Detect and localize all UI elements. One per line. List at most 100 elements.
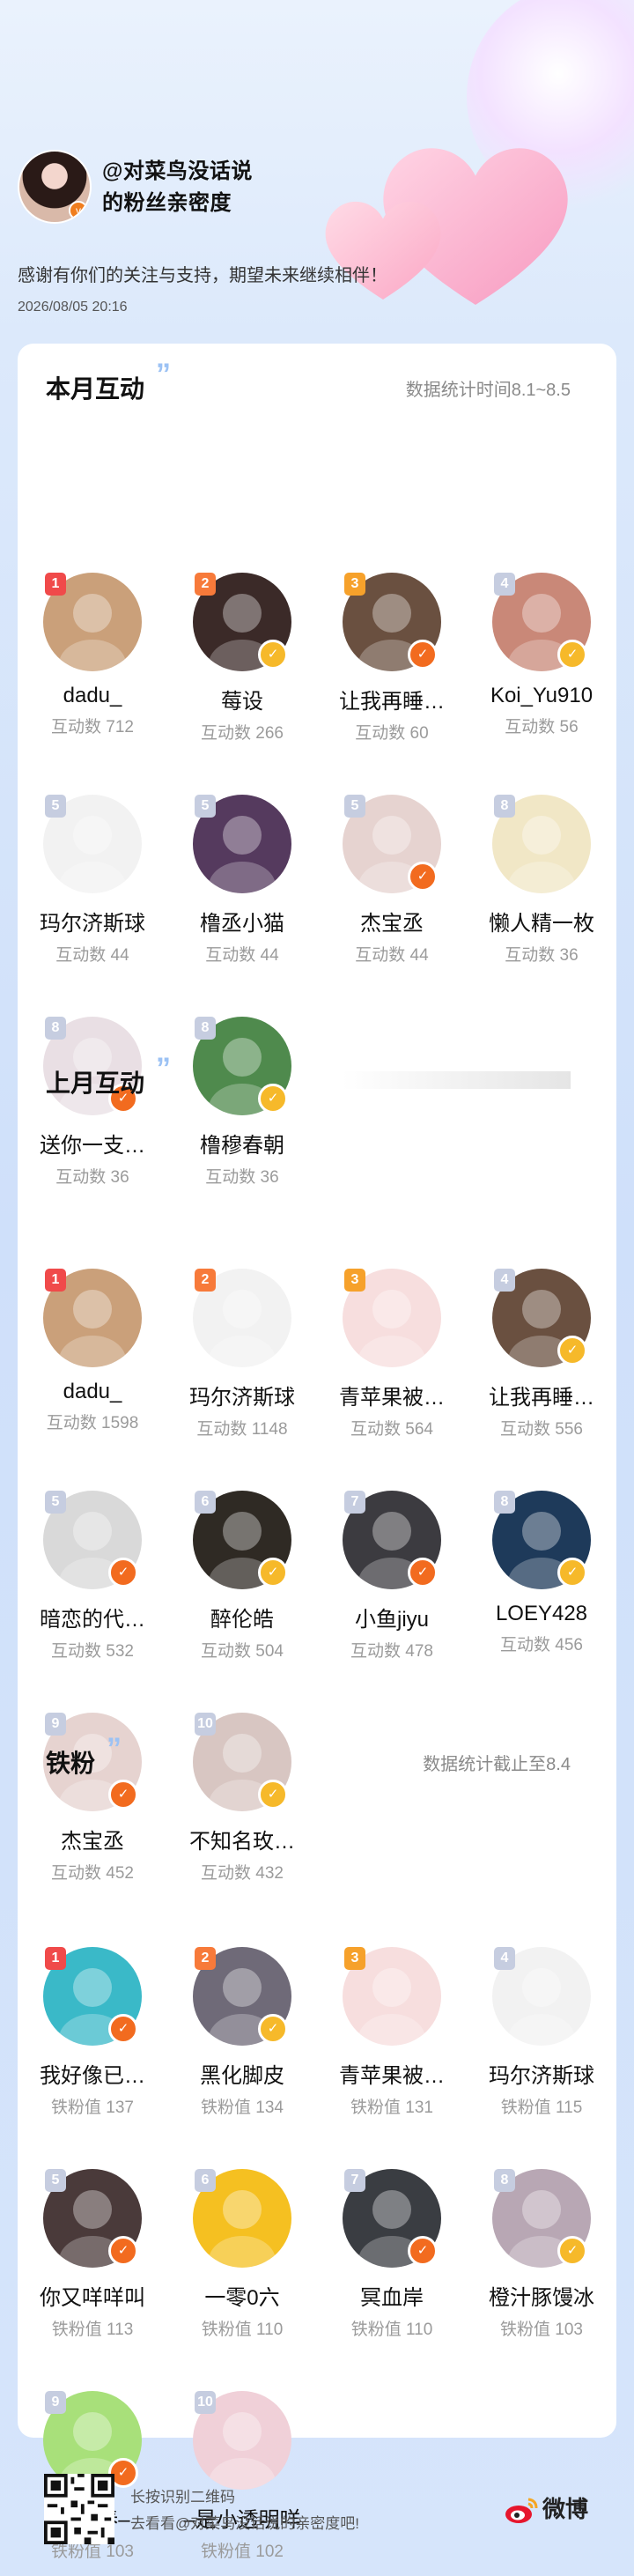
rank-badge: 6	[195, 2169, 216, 2192]
fan-score: 互动数 452	[51, 1864, 134, 1883]
fan-avatar[interactable]: 8 ✓	[193, 1017, 291, 1115]
fan-item[interactable]: 5 玛尔济斯球 互动数 44	[18, 795, 167, 966]
owner-avatar[interactable]: v	[18, 150, 92, 224]
rank-badge: 10	[195, 2391, 216, 2414]
rank-badge: 7	[344, 2169, 365, 2192]
fan-avatar[interactable]: 7 ✓	[343, 2169, 441, 2268]
fan-score: 互动数 456	[500, 1636, 583, 1654]
fan-item[interactable]: 4 ✓ Koi_Yu910 互动数 56	[467, 573, 616, 737]
rank-badge: 1	[45, 573, 66, 596]
fan-score: 互动数 556	[500, 1420, 583, 1439]
fan-score: 互动数 56	[505, 718, 579, 737]
fan-item[interactable]: 8 ✓ 橙汁豚馒冰 铁粉值 103	[467, 2169, 616, 2340]
fan-score: 铁粉值 102	[201, 2543, 284, 2561]
fan-item[interactable]: 6 ✓ 醉伦皓 互动数 504	[167, 1491, 317, 1662]
fan-item[interactable]: 8 ✓ 送你一支… 互动数 36	[18, 1017, 167, 1188]
rank-badge: 8	[494, 1491, 515, 1514]
verified-badge-icon: ✓	[557, 1558, 587, 1588]
fan-name: 送你一支…	[40, 1134, 145, 1158]
fan-avatar[interactable]: 4	[492, 1947, 591, 2046]
fan-avatar[interactable]: 1	[43, 573, 142, 671]
fan-item[interactable]: 9 ✓ 杰宝丞 互动数 452	[18, 1713, 167, 1884]
fan-avatar[interactable]: 5	[193, 795, 291, 893]
fan-name: 小鱼jiyu	[354, 1608, 429, 1632]
fan-avatar[interactable]: 4 ✓	[492, 1269, 591, 1367]
fan-item[interactable]: 8 ✓ 橹穆春朝 互动数 36	[167, 1017, 317, 1188]
fan-avatar[interactable]: 3	[343, 1947, 441, 2046]
fan-item[interactable]: 5 ✓ 你又咩咩叫 铁粉值 113	[18, 2169, 167, 2340]
fan-score: 铁粉值 110	[350, 2321, 433, 2339]
heart-decoration-small	[317, 185, 449, 308]
rank-badge: 5	[45, 2169, 66, 2192]
fan-avatar[interactable]: 3	[343, 1269, 441, 1367]
fan-item[interactable]: 6 一零0六 铁粉值 110	[167, 2169, 317, 2340]
fan-avatar[interactable]: 6 ✓	[193, 1491, 291, 1589]
fan-name: 让我再睡…	[489, 1386, 594, 1410]
fan-avatar[interactable]: 8	[492, 795, 591, 893]
fan-item[interactable]: 5 ✓ 暗恋的代… 互动数 532	[18, 1491, 167, 1662]
rank-badge: 9	[45, 2391, 66, 2414]
fan-score: 互动数 60	[355, 724, 429, 743]
fan-avatar[interactable]: 5 ✓	[43, 2169, 142, 2268]
fan-name: 一零0六	[204, 2286, 280, 2310]
fan-item[interactable]: 2 玛尔济斯球 互动数 1148	[167, 1269, 317, 1440]
fan-item[interactable]: 5 橹丞小猫 互动数 44	[167, 795, 317, 966]
fan-item[interactable]: 4 玛尔济斯球 铁粉值 115	[467, 1947, 616, 2118]
fan-item[interactable]: 2 ✓ 黑化脚皮 铁粉值 134	[167, 1947, 317, 2118]
fan-item[interactable]: 8 懒人精一枚 互动数 36	[467, 795, 616, 966]
fan-avatar[interactable]: 8 ✓	[492, 1491, 591, 1589]
fan-item[interactable]: 7 ✓ 小鱼jiyu 互动数 478	[317, 1491, 467, 1662]
fan-avatar[interactable]: 2 ✓	[193, 1947, 291, 2046]
fan-avatar[interactable]: 10 ✓	[193, 1713, 291, 1811]
verified-badge-icon: ✓	[108, 2014, 138, 2044]
fan-avatar[interactable]: 1	[43, 1269, 142, 1367]
fan-item[interactable]: 7 ✓ 冥血岸 铁粉值 110	[317, 2169, 467, 2340]
fan-name: 让我再睡…	[339, 690, 445, 714]
quote-mark-icon: ”	[107, 1732, 122, 1765]
qr-code-icon[interactable]	[44, 2474, 114, 2544]
section-title-text: 铁粉	[46, 1750, 96, 1777]
fan-avatar[interactable]: 2 ✓	[193, 573, 291, 671]
footer-hint-sub: 去看看@对菜鸟没话说的亲密度吧!	[130, 2515, 359, 2532]
fan-avatar[interactable]: 4 ✓	[492, 573, 591, 671]
fan-avatar[interactable]: 7 ✓	[343, 1491, 441, 1589]
weibo-logo-icon	[505, 2498, 538, 2524]
fan-score: 互动数 36	[505, 946, 579, 965]
fan-item[interactable]: 10 –是小透明咩 铁粉值 102	[167, 2391, 317, 2562]
fan-item[interactable]: 1 dadu_ 互动数 1598	[18, 1269, 167, 1433]
fan-avatar[interactable]: 6	[193, 2169, 291, 2268]
fan-avatar[interactable]: 1 ✓	[43, 1947, 142, 2046]
verified-badge-icon: ✓	[258, 1084, 288, 1114]
fan-name: dadu_	[63, 684, 122, 707]
fan-avatar[interactable]: 10	[193, 2391, 291, 2490]
fan-score: 互动数 478	[350, 1642, 433, 1661]
verified-badge-icon: ✓	[108, 1780, 138, 1810]
fan-item[interactable]: 5 ✓ 杰宝丞 互动数 44	[317, 795, 467, 966]
fan-item[interactable]: 1 ✓ 我好像已… 铁粉值 137	[18, 1947, 167, 2118]
fan-item[interactable]: 4 ✓ 让我再睡… 互动数 556	[467, 1269, 616, 1440]
verified-badge-icon: ✓	[258, 1558, 288, 1588]
fan-avatar[interactable]: 5 ✓	[43, 1491, 142, 1589]
verified-badge-icon: ✓	[258, 640, 288, 670]
fan-name: 不知名玫…	[189, 1830, 295, 1854]
fan-name: 醉伦皓	[210, 1608, 274, 1632]
fan-item[interactable]: 3 ✓ 让我再睡… 互动数 60	[317, 573, 467, 744]
fan-score: 铁粉值 137	[51, 2099, 134, 2117]
fan-item[interactable]: 3 青苹果被… 互动数 564	[317, 1269, 467, 1440]
fan-item[interactable]: 1 dadu_ 互动数 712	[18, 573, 167, 737]
verified-badge-icon: ✓	[258, 1780, 288, 1810]
fan-score: 互动数 1598	[46, 1414, 139, 1432]
fan-item[interactable]: 3 青苹果被… 铁粉值 131	[317, 1947, 467, 2118]
fan-avatar[interactable]: 5 ✓	[343, 795, 441, 893]
fan-score: 互动数 564	[350, 1420, 433, 1439]
verified-badge-icon: ✓	[108, 2236, 138, 2266]
fan-score: 互动数 44	[205, 946, 279, 965]
fan-item[interactable]: 10 ✓ 不知名玫… 互动数 432	[167, 1713, 317, 1884]
fan-item[interactable]: 8 ✓ LOEY428 互动数 456	[467, 1491, 616, 1655]
fan-avatar[interactable]: 3 ✓	[343, 573, 441, 671]
fan-avatar[interactable]: 5	[43, 795, 142, 893]
fan-avatar[interactable]: 2	[193, 1269, 291, 1367]
fan-avatar[interactable]: 8 ✓	[492, 2169, 591, 2268]
fan-item[interactable]: 2 ✓ 莓设 互动数 266	[167, 573, 317, 744]
quote-mark-icon: ”	[156, 1052, 172, 1085]
